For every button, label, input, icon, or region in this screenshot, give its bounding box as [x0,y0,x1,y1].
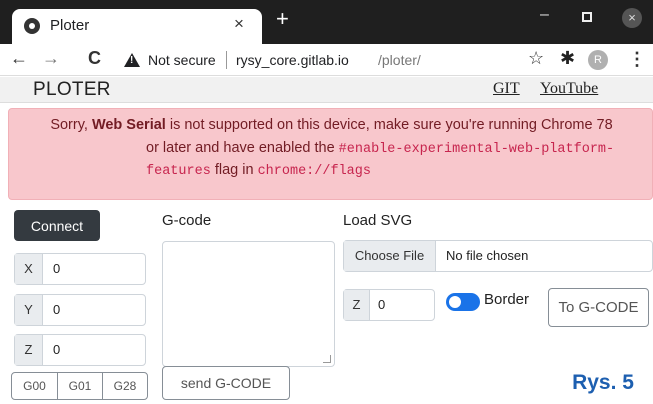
forward-icon[interactable]: → [42,48,60,69]
svg-z-label: Z [344,290,370,320]
browser-menu-icon[interactable]: ⋮ [628,49,646,70]
svg-z-value[interactable]: 0 [378,290,385,320]
new-tab-icon[interactable]: + [276,8,289,30]
load-svg-label: Load SVG [343,212,413,229]
page-title: PLOTER [33,79,111,100]
g01-button[interactable]: G01 [57,372,103,400]
figure-caption: Rys. 5 [560,367,646,399]
profile-avatar[interactable]: R [588,50,608,70]
tab-close-icon[interactable]: × [234,14,244,34]
back-icon[interactable]: ← [10,48,28,69]
z-axis-value[interactable]: 0 [53,335,60,365]
warning-icon[interactable] [124,53,140,67]
send-gcode-button[interactable]: send G-CODE [162,366,290,400]
address-bar: ← → C Not secure rysy_core.gitlab.io /pl… [0,44,653,76]
z-position-field[interactable]: Z 0 [14,334,146,366]
x-position-field[interactable]: X 0 [14,253,146,285]
y-position-field[interactable]: Y 0 [14,294,146,326]
url-path[interactable]: /ploter/ [378,52,421,68]
y-axis-label: Y [15,295,43,325]
border-label: Border [484,291,530,308]
connect-button[interactable]: Connect [14,210,100,241]
page-header: PLOTER GIT YouTube [0,77,653,103]
url-host[interactable]: rysy_core.gitlab.io [236,52,349,68]
svg-file-input[interactable]: Choose File No file chosen [343,240,653,272]
y-axis-value[interactable]: 0 [53,295,60,325]
to-gcode-button[interactable]: To G-CODE [548,288,649,327]
window-close-icon[interactable]: × [622,8,642,28]
border-toggle[interactable] [446,293,480,311]
file-status: No file chosen [446,248,529,263]
tab-title: Ploter [50,17,90,34]
site-favicon-icon [24,18,40,34]
x-axis-value[interactable]: 0 [53,254,60,284]
error-line-1: Sorry, Web Serial is not supported on th… [50,117,613,133]
x-axis-label: X [15,254,43,284]
browser-tab-strip: Ploter × + – × [0,0,653,44]
youtube-link[interactable]: YouTube [540,80,598,98]
g28-button[interactable]: G28 [102,372,148,400]
browser-tab[interactable]: Ploter × [12,9,262,44]
security-status[interactable]: Not secure [148,52,216,68]
error-alert: Sorry, Web Serial is not supported on th… [8,108,653,200]
bookmark-star-icon[interactable]: ☆ [528,48,544,69]
svg-z-field[interactable]: Z 0 [343,289,435,321]
extensions-puzzle-icon[interactable]: ✱ [560,48,575,69]
url-separator [226,51,227,69]
g00-button[interactable]: G00 [11,372,58,400]
z-axis-label: Z [15,335,43,365]
choose-file-button[interactable]: Choose File [344,241,436,271]
minimize-icon[interactable]: – [540,6,549,24]
gcode-textarea[interactable] [162,241,335,367]
gcode-label: G-code [162,212,212,229]
git-link[interactable]: GIT [493,80,520,98]
maximize-icon[interactable] [582,12,592,22]
reload-icon[interactable]: C [88,48,101,69]
resize-grip-icon[interactable] [323,355,331,363]
